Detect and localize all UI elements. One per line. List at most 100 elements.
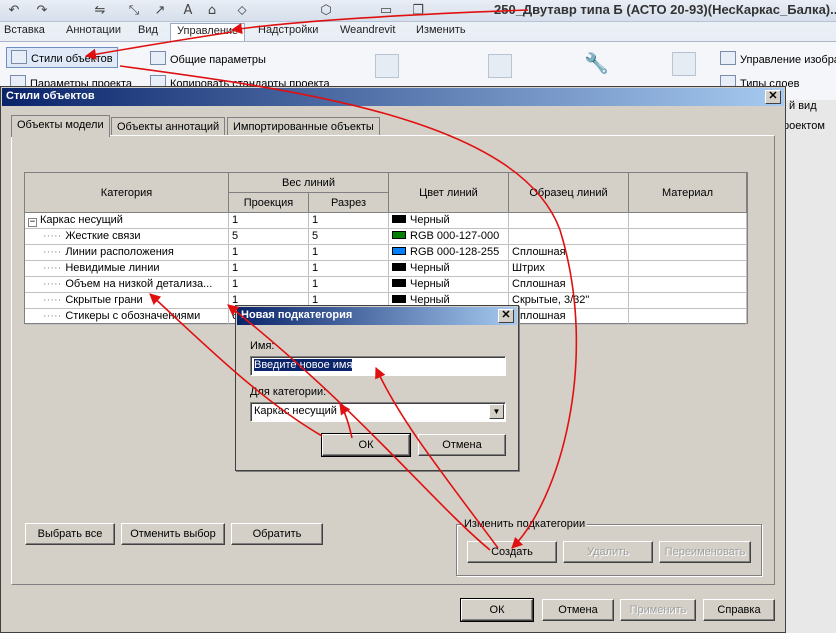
ribbon-tab-addins[interactable]: Надстройки	[258, 24, 318, 36]
projection-cell[interactable]: 5	[229, 229, 309, 245]
column-header-material[interactable]: Материал	[629, 173, 747, 213]
tree-line: ·····	[43, 246, 62, 258]
subdialog-cancel-button[interactable]: Отмена	[418, 434, 506, 456]
tab-annotation-objects[interactable]: Объекты аннотаций	[111, 117, 226, 136]
category-cell[interactable]: − Каркас несущий	[25, 213, 229, 229]
category-cell[interactable]: ····· Объем на низкой детализа...	[25, 277, 229, 293]
category-cell[interactable]: ····· Скрытые грани	[25, 293, 229, 309]
dimension-icon[interactable]: ⤡	[126, 3, 142, 19]
category-cell[interactable]: ····· Жесткие связи	[25, 229, 229, 245]
ribbon-panel-icon[interactable]	[488, 54, 512, 78]
line-color-name: RGB 000-127-000	[410, 230, 500, 242]
column-header-cut[interactable]: Разрез	[309, 193, 389, 213]
line-pattern-cell[interactable]: Скрытые, 3/32"	[509, 293, 629, 309]
line-pattern-cell[interactable]: Сплошная	[509, 309, 629, 325]
category-cell[interactable]: ····· Невидимые линии	[25, 261, 229, 277]
column-header-line-color[interactable]: Цвет линий	[389, 173, 509, 213]
ribbon-tab-weandrevit[interactable]: Weandrevit	[340, 24, 395, 36]
3d-view-icon[interactable]: ⌂	[204, 3, 220, 19]
invert-button[interactable]: Обратить	[231, 523, 323, 545]
switch-windows-icon[interactable]: ❐	[410, 3, 426, 19]
cut-cell[interactable]: 5	[309, 229, 389, 245]
color-swatch	[392, 279, 406, 287]
cut-cell[interactable]: 1	[309, 245, 389, 261]
line-pattern-cell[interactable]: Штрих	[509, 261, 629, 277]
line-pattern-cell[interactable]: Сплошная	[509, 277, 629, 293]
material-cell[interactable]	[629, 229, 747, 245]
line-color-cell[interactable]: Черный	[389, 261, 509, 277]
wrench-icon[interactable]: 🔧	[584, 52, 609, 76]
close-hidden-icon[interactable]: ▭	[378, 3, 394, 19]
line-color-cell[interactable]: RGB 000-128-255	[389, 245, 509, 261]
apply-button[interactable]: Применить	[620, 599, 696, 621]
column-header-category[interactable]: Категория	[25, 173, 229, 213]
line-color-name: Черный	[410, 278, 450, 290]
table-row[interactable]: − Каркас несущий 1 1 Черный	[25, 213, 747, 229]
category-select[interactable]: Каркас несущий ▼	[250, 402, 506, 422]
ribbon-tab-view[interactable]: Вид	[138, 24, 158, 36]
ribbon-tab-manage[interactable]: Управление	[170, 23, 246, 41]
material-cell[interactable]	[629, 293, 747, 309]
ribbon-tab-modify[interactable]: Изменить	[416, 24, 466, 36]
shared-params-button[interactable]: Общие параметры	[150, 51, 266, 66]
category-cell[interactable]: ····· Стикеры с обозначениями	[25, 309, 229, 325]
object-styles-button[interactable]: Стили объектов	[6, 47, 118, 68]
material-cell[interactable]	[629, 261, 747, 277]
cut-cell[interactable]: 1	[309, 261, 389, 277]
table-row[interactable]: ····· Объем на низкой детализа... 1 1 Черный…	[25, 277, 747, 293]
projection-cell[interactable]: 1	[229, 213, 309, 229]
category-name: Жесткие связи	[65, 230, 141, 242]
column-header-projection[interactable]: Проекция	[229, 193, 309, 213]
subdialog-ok-button[interactable]: ОК	[321, 433, 411, 457]
view-cube-icon[interactable]: ⬡	[318, 3, 334, 19]
ribbon-tab-annotate[interactable]: Аннотации	[66, 24, 121, 36]
table-row[interactable]: ····· Невидимые линии 1 1 Черный Штрих	[25, 261, 747, 277]
subcategory-name-input[interactable]: Введите новое имя	[250, 356, 506, 376]
measure-icon[interactable]: ⇋	[92, 3, 108, 19]
cancel-button[interactable]: Отмена	[542, 599, 614, 621]
redo-icon[interactable]: ↷	[34, 3, 50, 19]
material-cell[interactable]	[629, 245, 747, 261]
section-icon[interactable]: ⬦	[234, 3, 250, 19]
ribbon-panel-icon[interactable]	[672, 52, 696, 76]
select-all-button[interactable]: Выбрать все	[25, 523, 115, 545]
undo-icon[interactable]: ↶	[6, 3, 22, 19]
modify-subcategories-label: Изменить подкатегории	[462, 518, 588, 530]
ribbon-tab-insert[interactable]: Вставка	[4, 24, 45, 36]
line-pattern-cell[interactable]: Сплошная	[509, 245, 629, 261]
tree-line: ·····	[43, 310, 62, 322]
chevron-down-icon[interactable]: ▼	[489, 404, 504, 419]
category-cell[interactable]: ····· Линии расположения	[25, 245, 229, 261]
manage-images-button[interactable]: Управление изобра	[720, 51, 836, 66]
ribbon-panel-icon[interactable]	[375, 54, 399, 78]
line-color-cell[interactable]: Черный	[389, 213, 509, 229]
cut-cell[interactable]: 1	[309, 277, 389, 293]
table-row[interactable]: ····· Жесткие связи 5 5 RGB 000-127-000	[25, 229, 747, 245]
right-panel: й вид роектом	[783, 100, 836, 633]
name-value: Введите новое имя	[254, 359, 353, 371]
projection-cell[interactable]: 1	[229, 245, 309, 261]
tab-model-objects[interactable]: Объекты модели	[11, 115, 110, 137]
line-pattern-cell[interactable]	[509, 213, 629, 229]
help-button[interactable]: Справка	[703, 599, 775, 621]
text-icon[interactable]: A	[180, 3, 196, 19]
ok-button[interactable]: ОК	[460, 598, 534, 622]
line-pattern-cell[interactable]	[509, 229, 629, 245]
material-cell[interactable]	[629, 277, 747, 293]
line-color-cell[interactable]: RGB 000-127-000	[389, 229, 509, 245]
projection-cell[interactable]: 1	[229, 261, 309, 277]
cut-cell[interactable]: 1	[309, 213, 389, 229]
line-color-cell[interactable]: Черный	[389, 277, 509, 293]
collapse-icon[interactable]: −	[28, 218, 37, 227]
table-row[interactable]: ····· Линии расположения 1 1 RGB 000-128-255…	[25, 245, 747, 261]
tab-imported-objects[interactable]: Импортированные объекты	[227, 117, 380, 136]
material-cell[interactable]	[629, 213, 747, 229]
projection-cell[interactable]: 1	[229, 277, 309, 293]
close-icon[interactable]: ✕	[765, 90, 781, 104]
close-icon[interactable]: ✕	[498, 309, 514, 323]
column-header-line-pattern[interactable]: Образец линий	[509, 173, 629, 213]
tag-icon[interactable]: ↗	[152, 3, 168, 19]
material-cell[interactable]	[629, 309, 747, 325]
object-styles-icon	[11, 50, 27, 64]
deselect-button[interactable]: Отменить выбор	[121, 523, 225, 545]
